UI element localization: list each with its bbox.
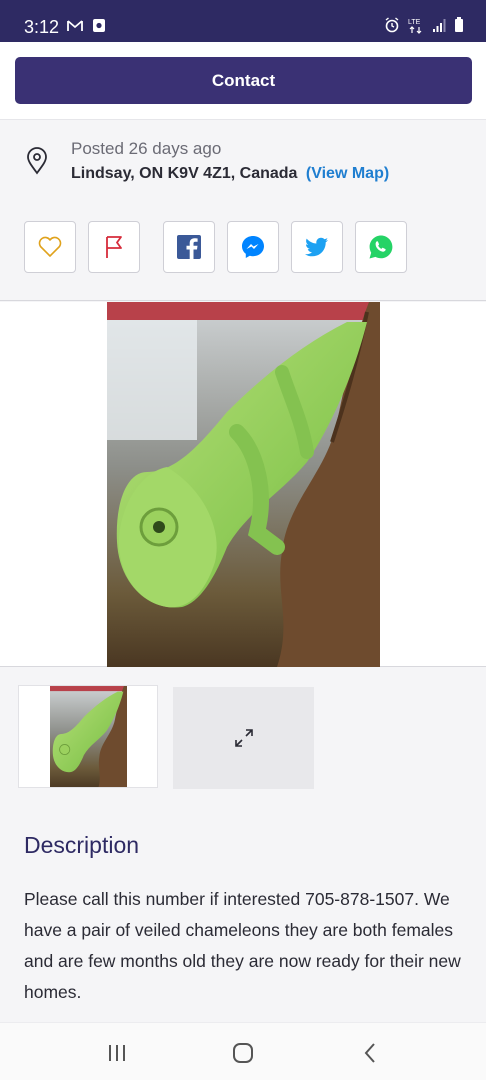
back-button[interactable] xyxy=(356,1039,384,1067)
contact-button[interactable]: Contact xyxy=(15,57,472,104)
report-button[interactable] xyxy=(88,221,140,273)
alarm-icon xyxy=(385,17,399,33)
thumbnail-1[interactable] xyxy=(18,685,158,788)
status-bar: 3:12 LTE xyxy=(0,0,486,42)
signal-icon xyxy=(433,19,446,32)
posted-date: Posted 26 days ago xyxy=(71,139,222,158)
main-photo[interactable] xyxy=(107,302,380,667)
description-title: Description xyxy=(24,832,140,858)
photo-area xyxy=(0,302,486,667)
chameleon-photo xyxy=(107,302,380,667)
navigation-bar xyxy=(0,1022,486,1080)
location-text: Lindsay, ON K9V 4Z1, Canada xyxy=(71,165,298,182)
share-twitter-button[interactable] xyxy=(291,221,343,273)
listing-info: Posted 26 days ago Lindsay, ON K9V 4Z1, … xyxy=(0,121,486,301)
location-pin-icon xyxy=(27,147,47,175)
gmail-icon xyxy=(67,20,83,31)
description-body: Please call this number if interested 70… xyxy=(24,889,461,1002)
status-time: 3:12 xyxy=(24,17,60,37)
description-section: Description Please call this number if i… xyxy=(0,810,486,1022)
share-messenger-button[interactable] xyxy=(227,221,279,273)
view-map-link[interactable]: (View Map) xyxy=(306,165,389,182)
expand-icon xyxy=(234,729,253,747)
chameleon-thumbnail xyxy=(50,686,127,787)
home-icon xyxy=(233,1043,253,1063)
recent-apps-button[interactable] xyxy=(103,1039,131,1067)
whatsapp-icon xyxy=(369,235,393,259)
lte-icon: LTE xyxy=(408,19,422,34)
share-facebook-button[interactable] xyxy=(163,221,215,273)
home-button[interactable] xyxy=(229,1039,257,1067)
share-whatsapp-button[interactable] xyxy=(355,221,407,273)
notification-icon xyxy=(93,19,105,32)
battery-icon xyxy=(455,17,463,32)
recent-apps-icon xyxy=(109,1045,125,1061)
facebook-icon xyxy=(177,235,201,259)
back-icon xyxy=(364,1043,375,1063)
location-line: Lindsay, ON K9V 4Z1, Canada (View Map) xyxy=(71,165,389,183)
expand-gallery-button[interactable] xyxy=(173,687,314,789)
favorite-button[interactable] xyxy=(24,221,76,273)
svg-text:LTE: LTE xyxy=(408,19,421,26)
twitter-icon xyxy=(305,237,328,257)
flag-icon xyxy=(106,236,122,258)
thumbnail-strip xyxy=(0,668,486,808)
messenger-icon xyxy=(242,236,264,258)
heart-icon xyxy=(38,236,62,257)
contact-bar: Contact xyxy=(0,42,486,120)
